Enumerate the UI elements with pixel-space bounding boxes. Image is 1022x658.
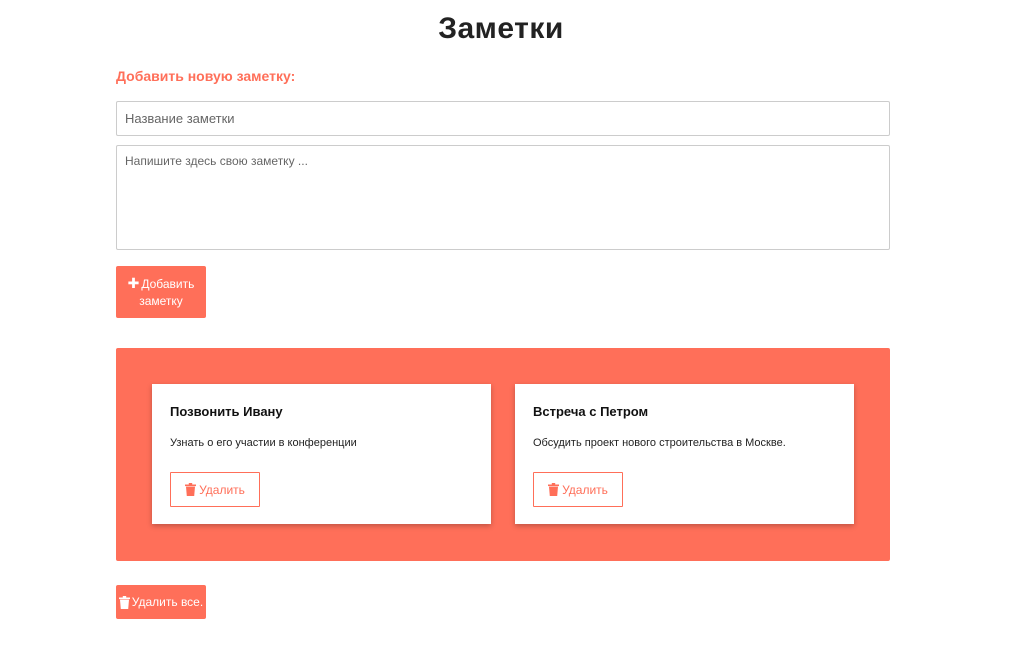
note-card: Позвонить Ивану Узнать о его участии в к… [152,384,491,524]
delete-note-button[interactable]: Удалить [170,472,260,507]
page-title: Заметки [438,12,564,45]
plus-icon: ✚ [127,274,140,291]
delete-all-button[interactable]: Удалить все. [116,585,206,619]
trash-icon [118,595,130,609]
trash-icon [185,483,197,496]
add-note-button-label: Добавить заметку [139,276,195,308]
delete-note-button-label: Удалить [199,482,245,497]
note-title-input[interactable] [116,101,890,136]
note-body-textarea[interactable] [116,145,890,250]
note-title: Встреча с Петром [533,404,649,419]
note-body: Узнать о его участии в конференции [170,437,357,449]
notes-page: Заметки Добавить новую заметку: ✚Добавит… [0,0,1022,658]
add-note-button[interactable]: ✚ Добавить заметку [116,266,206,318]
add-note-heading: Добавить новую заметку: [116,68,296,84]
note-body: Обсудить проект нового строительства в М… [533,437,786,449]
delete-note-button-label: Удалить [562,482,608,497]
note-title: Позвонить Ивану [170,404,283,419]
delete-note-button[interactable]: Удалить [533,472,623,507]
notes-panel: Позвонить Ивану Узнать о его участии в к… [116,348,890,561]
delete-all-button-label: Удалить все. [131,595,204,609]
trash-icon [548,483,560,496]
note-card: Встреча с Петром Обсудить проект нового … [515,384,854,524]
